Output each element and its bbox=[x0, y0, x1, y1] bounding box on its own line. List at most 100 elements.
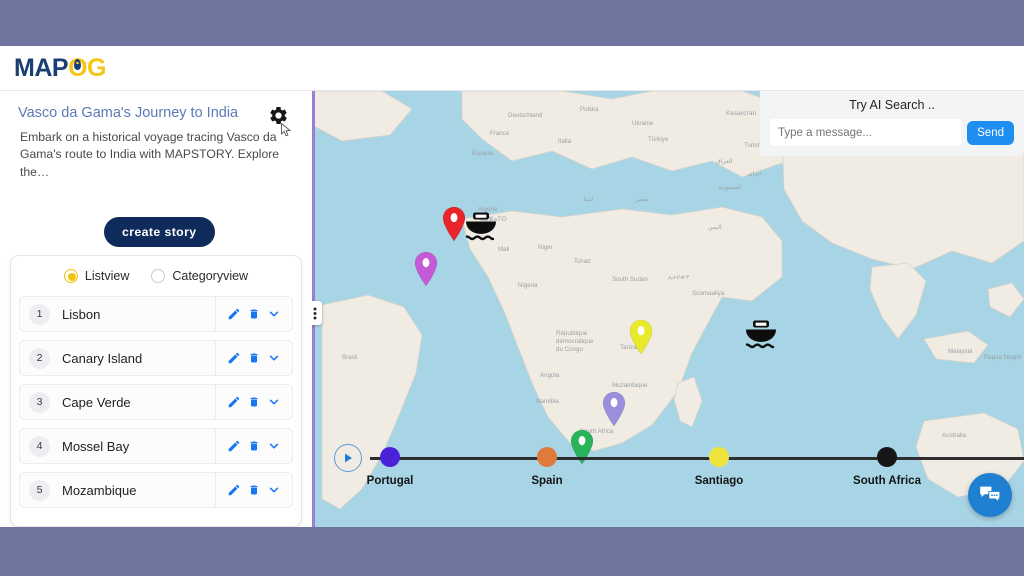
view-toggle: Listview Categoryview bbox=[11, 256, 301, 296]
logo-text-map: MAP bbox=[14, 54, 69, 82]
svg-text:Namibia: Namibia bbox=[536, 398, 559, 405]
application-viewport: MAPOG Editor Preview pricing products N … bbox=[0, 46, 1024, 527]
list-item-actions bbox=[215, 341, 292, 375]
list-item-label: Canary Island bbox=[62, 350, 143, 366]
svg-text:Soomaaliya: Soomaaliya bbox=[692, 290, 725, 297]
svg-text:Polska: Polska bbox=[580, 106, 599, 113]
delete-icon[interactable] bbox=[248, 307, 260, 321]
list-item-label: Mossel Bay bbox=[62, 438, 130, 454]
mapog-logo[interactable]: MAPOG bbox=[14, 54, 106, 83]
expand-icon[interactable] bbox=[267, 439, 281, 453]
story-description: Embark on a historical voyage tracing Va… bbox=[20, 130, 280, 179]
expand-icon[interactable] bbox=[267, 395, 281, 409]
svg-text:République: République bbox=[556, 330, 588, 337]
svg-text:España: España bbox=[472, 150, 494, 157]
timeline-node[interactable]: Santiago bbox=[695, 447, 743, 487]
ship-icon-atlantic[interactable] bbox=[462, 211, 500, 250]
screen: MAPOG Editor Preview pricing products N … bbox=[0, 0, 1024, 576]
list-item-label: Cape Verde bbox=[62, 394, 131, 410]
app-header bbox=[0, 46, 1024, 91]
panel-drag-handle[interactable] bbox=[312, 301, 322, 325]
radio-categoryview-icon[interactable] bbox=[151, 269, 166, 283]
list-item-label: Lisbon bbox=[62, 306, 101, 322]
edit-icon[interactable] bbox=[227, 439, 241, 453]
expand-icon[interactable] bbox=[267, 307, 281, 321]
timeline-label: South Africa bbox=[853, 475, 921, 487]
svg-text:السعودية: السعودية bbox=[718, 184, 741, 191]
svg-text:Niger: Niger bbox=[538, 244, 553, 251]
view-option-listview-label: Listview bbox=[84, 269, 130, 283]
edit-icon[interactable] bbox=[227, 351, 241, 365]
svg-text:Angola: Angola bbox=[540, 372, 560, 379]
delete-icon[interactable] bbox=[248, 483, 260, 497]
ship-icon-indian[interactable] bbox=[742, 319, 780, 358]
list-item-number: 1 bbox=[29, 303, 50, 325]
story-timeline: Portugal Spain Santiago South Africa bbox=[312, 435, 1024, 505]
delete-icon[interactable] bbox=[248, 439, 260, 453]
page-title: Vasco da Gama's Journey to India bbox=[18, 105, 239, 121]
list-item-actions bbox=[215, 297, 292, 331]
timeline-node[interactable]: Portugal bbox=[367, 447, 413, 487]
svg-text:Ukraine: Ukraine bbox=[632, 120, 654, 127]
view-option-categoryview[interactable]: Categoryview bbox=[151, 269, 248, 283]
list-item[interactable]: 1 Lisbon bbox=[19, 296, 293, 332]
timeline-node[interactable]: Spain bbox=[531, 447, 563, 487]
story-sidebar: Vasco da Gama's Journey to India Embark … bbox=[0, 91, 312, 527]
list-item[interactable]: 2 Canary Island bbox=[19, 340, 293, 376]
list-item[interactable]: 5 Mozambique bbox=[19, 472, 293, 508]
svg-text:Italia: Italia bbox=[558, 138, 572, 145]
svg-text:France: France bbox=[490, 130, 510, 137]
svg-text:South Sudan: South Sudan bbox=[612, 276, 648, 283]
logo-text-og: OG bbox=[68, 54, 106, 82]
ai-search-title: Try AI Search .. bbox=[849, 98, 935, 112]
play-button[interactable] bbox=[334, 444, 362, 472]
timeline-dot[interactable] bbox=[877, 447, 897, 467]
list-item-actions bbox=[215, 385, 292, 419]
delete-icon[interactable] bbox=[248, 351, 260, 365]
list-item[interactable]: 3 Cape Verde bbox=[19, 384, 293, 420]
radio-listview-icon[interactable] bbox=[63, 269, 78, 283]
delete-icon[interactable] bbox=[248, 395, 260, 409]
svg-text:Deutschland: Deutschland bbox=[508, 112, 543, 119]
expand-icon[interactable] bbox=[267, 483, 281, 497]
timeline-label: Spain bbox=[531, 475, 563, 487]
edit-icon[interactable] bbox=[227, 395, 241, 409]
timeline-node[interactable]: South Africa bbox=[853, 447, 921, 487]
svg-text:Brasil: Brasil bbox=[342, 354, 357, 361]
timeline-track bbox=[370, 457, 1024, 460]
svg-text:Türkiye: Türkiye bbox=[648, 136, 669, 143]
svg-text:du Congo: du Congo bbox=[556, 346, 583, 353]
list-item-number: 4 bbox=[29, 435, 50, 457]
svg-text:ایران: ایران bbox=[748, 170, 761, 177]
svg-text:Nigeria: Nigeria bbox=[518, 282, 538, 289]
edit-icon[interactable] bbox=[227, 483, 241, 497]
map-canvas[interactable]: Deutschland Polska Ukraine Kasaxcтan Uzb… bbox=[312, 91, 1024, 527]
list-item-actions bbox=[215, 429, 292, 463]
svg-text:مصر: مصر bbox=[635, 196, 648, 203]
map-pin-icon bbox=[74, 59, 82, 70]
top-chrome-band bbox=[0, 0, 1024, 46]
list-item[interactable]: 4 Mossel Bay bbox=[19, 428, 293, 464]
svg-text:Papua Nugini: Papua Nugini bbox=[984, 354, 1021, 361]
view-option-listview[interactable]: Listview bbox=[63, 269, 130, 283]
timeline-dot[interactable] bbox=[537, 447, 557, 467]
chat-button[interactable] bbox=[968, 473, 1012, 517]
list-item-number: 2 bbox=[29, 347, 50, 369]
list-item-number: 5 bbox=[29, 479, 50, 501]
marker-magenta[interactable] bbox=[413, 251, 439, 292]
ai-search-input[interactable] bbox=[770, 119, 962, 146]
timeline-label: Santiago bbox=[694, 475, 744, 487]
marker-lavender[interactable] bbox=[601, 391, 627, 432]
create-story-button[interactable]: create story bbox=[104, 217, 215, 247]
svg-text:اليمن: اليمن bbox=[708, 224, 722, 231]
svg-text:Mozambique: Mozambique bbox=[612, 382, 648, 389]
timeline-dot[interactable] bbox=[709, 447, 729, 467]
svg-text:Tchad: Tchad bbox=[574, 258, 591, 265]
ai-send-button[interactable]: Send bbox=[967, 120, 1014, 145]
marker-yellow[interactable] bbox=[628, 319, 654, 360]
view-option-categoryview-label: Categoryview bbox=[172, 269, 249, 283]
expand-icon[interactable] bbox=[267, 351, 281, 365]
edit-icon[interactable] bbox=[227, 307, 241, 321]
timeline-dot[interactable] bbox=[380, 447, 400, 467]
bottom-chrome-band bbox=[0, 527, 1024, 576]
